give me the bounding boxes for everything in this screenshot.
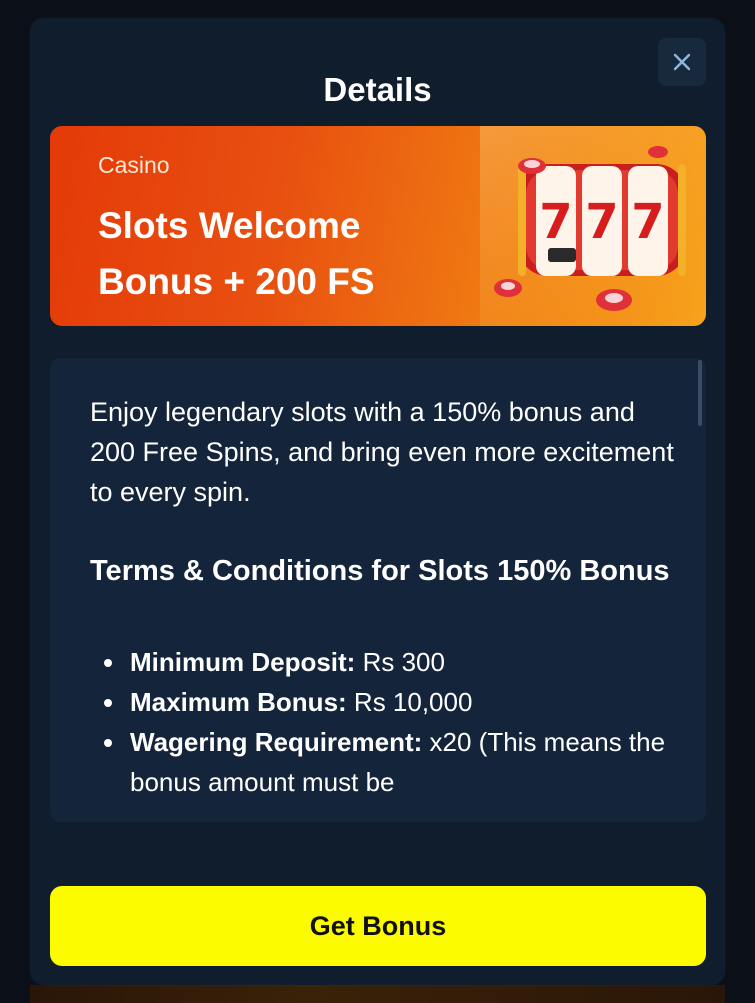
get-bonus-button[interactable]: Get Bonus (50, 886, 706, 966)
svg-text:7: 7 (585, 194, 618, 250)
bonus-description: Enjoy legendary slots with a 150% bonus … (90, 397, 674, 507)
term-label: Maximum Bonus: (130, 687, 347, 717)
backdrop (30, 985, 725, 1003)
list-item: Maximum Bonus: Rs 10,000 (90, 682, 680, 722)
terms-heading: Terms & Conditions for Slots 150% Bonus (90, 555, 670, 587)
promo-banner: Casino Slots Welcome Bonus + 200 FS 7 7 … (50, 126, 706, 326)
scrollbar-thumb[interactable] (698, 360, 702, 426)
details-content[interactable]: Enjoy legendary slots with a 150% bonus … (50, 358, 706, 822)
list-item: Minimum Deposit: Rs 300 (90, 642, 680, 682)
modal-title: Details (323, 71, 432, 108)
term-value: Rs 10,000 (346, 687, 473, 717)
close-button[interactable] (658, 38, 706, 86)
terms-list: Minimum Deposit: Rs 300 Maximum Bonus: R… (90, 642, 680, 802)
svg-text:7: 7 (539, 194, 572, 250)
details-modal: Details Casino Slots Welcome Bonus + 200… (30, 18, 725, 985)
banner-title: Slots Welcome Bonus + 200 FS (98, 205, 375, 302)
slot-machine-icon: 7 7 7 (480, 126, 706, 326)
term-value: Rs 300 (355, 647, 445, 677)
banner-category: Casino (98, 152, 170, 178)
term-label: Wagering Requirement: (130, 727, 423, 757)
close-icon (673, 53, 691, 71)
svg-text:7: 7 (631, 194, 664, 250)
list-item: Wagering Requirement: x20 (This means th… (90, 722, 680, 802)
term-label: Minimum Deposit: (130, 647, 356, 677)
